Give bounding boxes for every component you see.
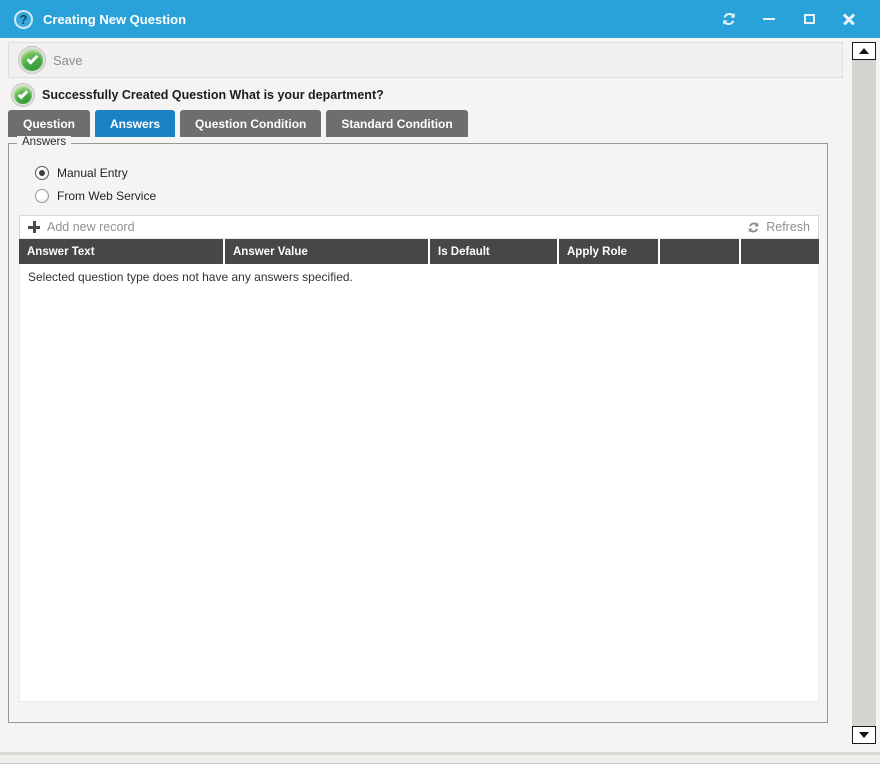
add-new-record-label: Add new record (47, 220, 135, 234)
tab-answers[interactable]: Answers (95, 110, 175, 137)
column-header-answer-value[interactable]: Answer Value (225, 239, 428, 264)
column-header-is-default[interactable]: Is Default (430, 239, 557, 264)
scroll-up-button[interactable] (852, 42, 876, 60)
command-toolbar: Save (8, 42, 843, 78)
radio-manual-entry-icon (35, 166, 49, 180)
maximize-icon (804, 14, 815, 24)
answers-panel: Answers Manual Entry From Web Service Ad… (8, 143, 828, 723)
status-row: Successfully Created Question What is yo… (12, 84, 384, 106)
radio-from-web-service-label: From Web Service (57, 189, 156, 203)
add-new-record-button[interactable]: Add new record (28, 220, 135, 234)
radio-manual-entry-label: Manual Entry (57, 166, 128, 180)
column-header-answer-text[interactable]: Answer Text (19, 239, 223, 264)
status-message: Successfully Created Question What is yo… (42, 88, 384, 102)
window-bottom-edge (0, 755, 880, 764)
window-title: Creating New Question (43, 12, 186, 27)
scroll-down-button[interactable] (852, 726, 876, 744)
save-button[interactable]: Save (19, 47, 83, 73)
grid-refresh-button[interactable]: Refresh (747, 220, 810, 234)
vertical-scrollbar[interactable] (852, 42, 876, 744)
maximize-button[interactable] (800, 10, 818, 28)
grid-empty-message: Selected question type does not have any… (20, 264, 818, 290)
tab-question[interactable]: Question (8, 110, 90, 137)
window-refresh-icon[interactable] (720, 10, 738, 28)
tab-standard-condition[interactable]: Standard Condition (326, 110, 467, 137)
radio-manual-entry[interactable]: Manual Entry (35, 166, 128, 180)
radio-from-web-service[interactable]: From Web Service (35, 189, 156, 203)
grid-header-row: Answer Text Answer Value Is Default Appl… (19, 239, 819, 264)
refresh-label: Refresh (766, 220, 810, 234)
titlebar: ? Creating New Question (0, 0, 880, 38)
grid-body: Selected question type does not have any… (19, 264, 819, 702)
scroll-up-icon (859, 48, 869, 54)
column-header-apply-role[interactable]: Apply Role (559, 239, 658, 264)
scroll-down-icon (859, 732, 869, 738)
minimize-icon (763, 18, 775, 20)
help-icon[interactable]: ? (14, 10, 33, 29)
refresh-icon (747, 221, 760, 234)
save-button-label: Save (53, 53, 83, 68)
radio-from-web-service-icon (35, 189, 49, 203)
answers-panel-legend: Answers (17, 136, 71, 148)
app-window: ? Creating New Question Save Successf (0, 0, 880, 764)
answers-grid: Add new record Refresh Answer Te (19, 215, 819, 702)
plus-icon (28, 221, 40, 233)
save-check-icon (19, 47, 45, 73)
tab-strip: Question Answers Question Condition Stan… (8, 110, 468, 137)
tab-question-condition[interactable]: Question Condition (180, 110, 321, 137)
close-icon (843, 13, 855, 25)
grid-toolbar: Add new record Refresh (19, 215, 819, 239)
close-button[interactable] (840, 10, 858, 28)
column-header-blank-2 (741, 239, 819, 264)
column-header-blank-1 (660, 239, 739, 264)
window-controls (720, 10, 866, 28)
minimize-button[interactable] (760, 10, 778, 28)
success-check-icon (12, 84, 34, 106)
